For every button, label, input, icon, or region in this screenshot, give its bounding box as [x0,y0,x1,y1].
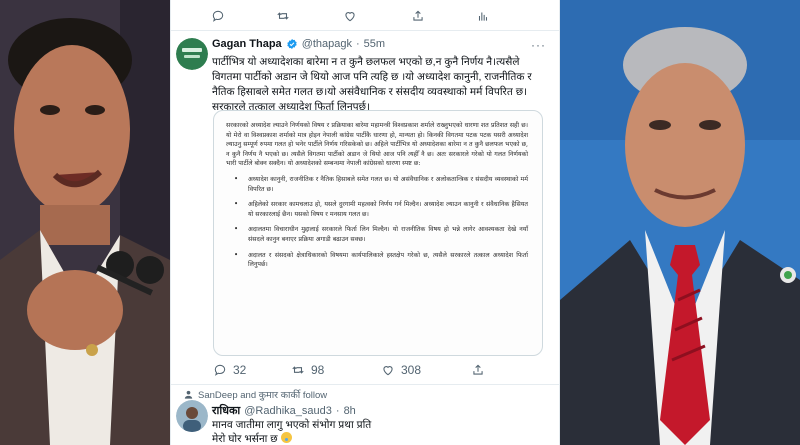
analytics-button[interactable] [476,9,490,23]
divider [171,30,559,31]
politician-illustration [560,0,800,445]
reply-timestamp[interactable]: 8h [344,405,356,417]
document-intro-paragraph: सरकारको अध्यादेश ल्याउने निर्णयको विषय र… [226,122,528,168]
more-options-button[interactable]: ··· [531,38,546,52]
tweet-text-line: विगतमा पार्टीको अडान जे थियो आज पनि त्यह… [212,71,532,83]
retweet-count: 98 [311,363,325,377]
reply-header: राधिका @Radhika_saud3 · 8h [212,403,356,418]
divider [171,384,559,385]
reply-icon [214,364,226,376]
follow-context: SanDeep and कुमार कार्की follow [183,388,327,401]
like-button[interactable] [343,9,357,23]
document-bullet: अध्यादेश कानुनी, राजनीतिक र नैतिक हिसाबल… [226,175,528,194]
tweet-header: Gagan Thapa @thapagk · 55m [212,38,385,50]
document-bullet: अदालतमा विचाराधीन मुद्दालाई सरकारले फिर्… [226,225,528,244]
follow-context-text[interactable]: SanDeep and कुमार कार्की follow [198,388,327,401]
reply-author-name[interactable]: राधिका [212,403,240,418]
retweet-icon [277,12,289,20]
left-photo-speaker [0,0,170,445]
tweet-panel: Gagan Thapa @thapagk · 55m ··· पार्टीभित… [170,0,560,445]
like-count: 308 [401,363,422,377]
reply-count: 32 [233,363,247,377]
like-button[interactable]: 308 [381,363,421,377]
reply-text-line-2: मेरो घोर भर्सना छ [212,432,292,445]
sad-face-emoji-icon [280,432,292,443]
document-bullet-list: अध्यादेश कानुनी, राजनीतिक र नैतिक हिसाबल… [226,175,528,270]
tweet-text: पार्टीभित्र यो अध्यादेशका बारेमा न त कुन… [212,55,557,115]
reply-button[interactable]: 32 [213,363,246,377]
right-photo-politician [560,0,800,445]
separator-dot: · [356,38,360,50]
heart-icon [383,366,393,376]
separator-dot: · [335,404,340,417]
share-button[interactable] [411,9,425,23]
analytics-icon [478,12,488,21]
reply-avatar[interactable] [176,400,208,432]
document-bullet: अहिलेको सरकार कामचलाउ हो, यसले दुरगामी म… [226,200,528,219]
heart-icon [345,12,355,22]
retweet-button[interactable]: 98 [291,363,324,377]
person-icon [184,390,193,399]
retweet-button[interactable] [276,9,290,23]
avatar-image [176,38,208,70]
reply-text: मेरो घोर भर्सना छ [212,433,278,445]
reply-avatar-image [176,400,208,432]
reply-button[interactable] [211,9,225,23]
tweet-actions: 32 98 308 [171,358,559,382]
author-name[interactable]: Gagan Thapa [212,38,282,50]
tweet-text-line: पार्टीभित्र यो अध्यादेशका बारेमा न त कुन… [212,56,520,68]
reply-text-line: मानव जातीमा लागु भएको संभोग प्रथा प्रति [212,419,372,431]
verified-badge-icon [286,39,297,49]
reply-author-handle[interactable]: @Radhika_saud3 [244,405,332,417]
share-icon [413,10,423,21]
reply-icon [212,10,224,22]
document-bullet: अदालत र संसदको क्षेत्राधिकारको विषयमा का… [226,251,528,270]
tweet-text-line: नैतिक हिसाबले समेत गलत छ।यो असंवैधानिक र… [212,86,528,98]
author-handle[interactable]: @thapagk [302,38,352,50]
tweet-timestamp[interactable]: 55m [364,38,385,50]
speaker-illustration [0,0,170,445]
retweet-icon [292,366,304,374]
previous-tweet-actions [171,4,559,28]
share-icon [473,364,483,375]
tweet-attached-document-image[interactable]: सरकारको अध्यादेश ल्याउने निर्णयको विषय र… [213,110,543,356]
avatar[interactable] [176,38,208,70]
share-button[interactable] [471,363,485,377]
